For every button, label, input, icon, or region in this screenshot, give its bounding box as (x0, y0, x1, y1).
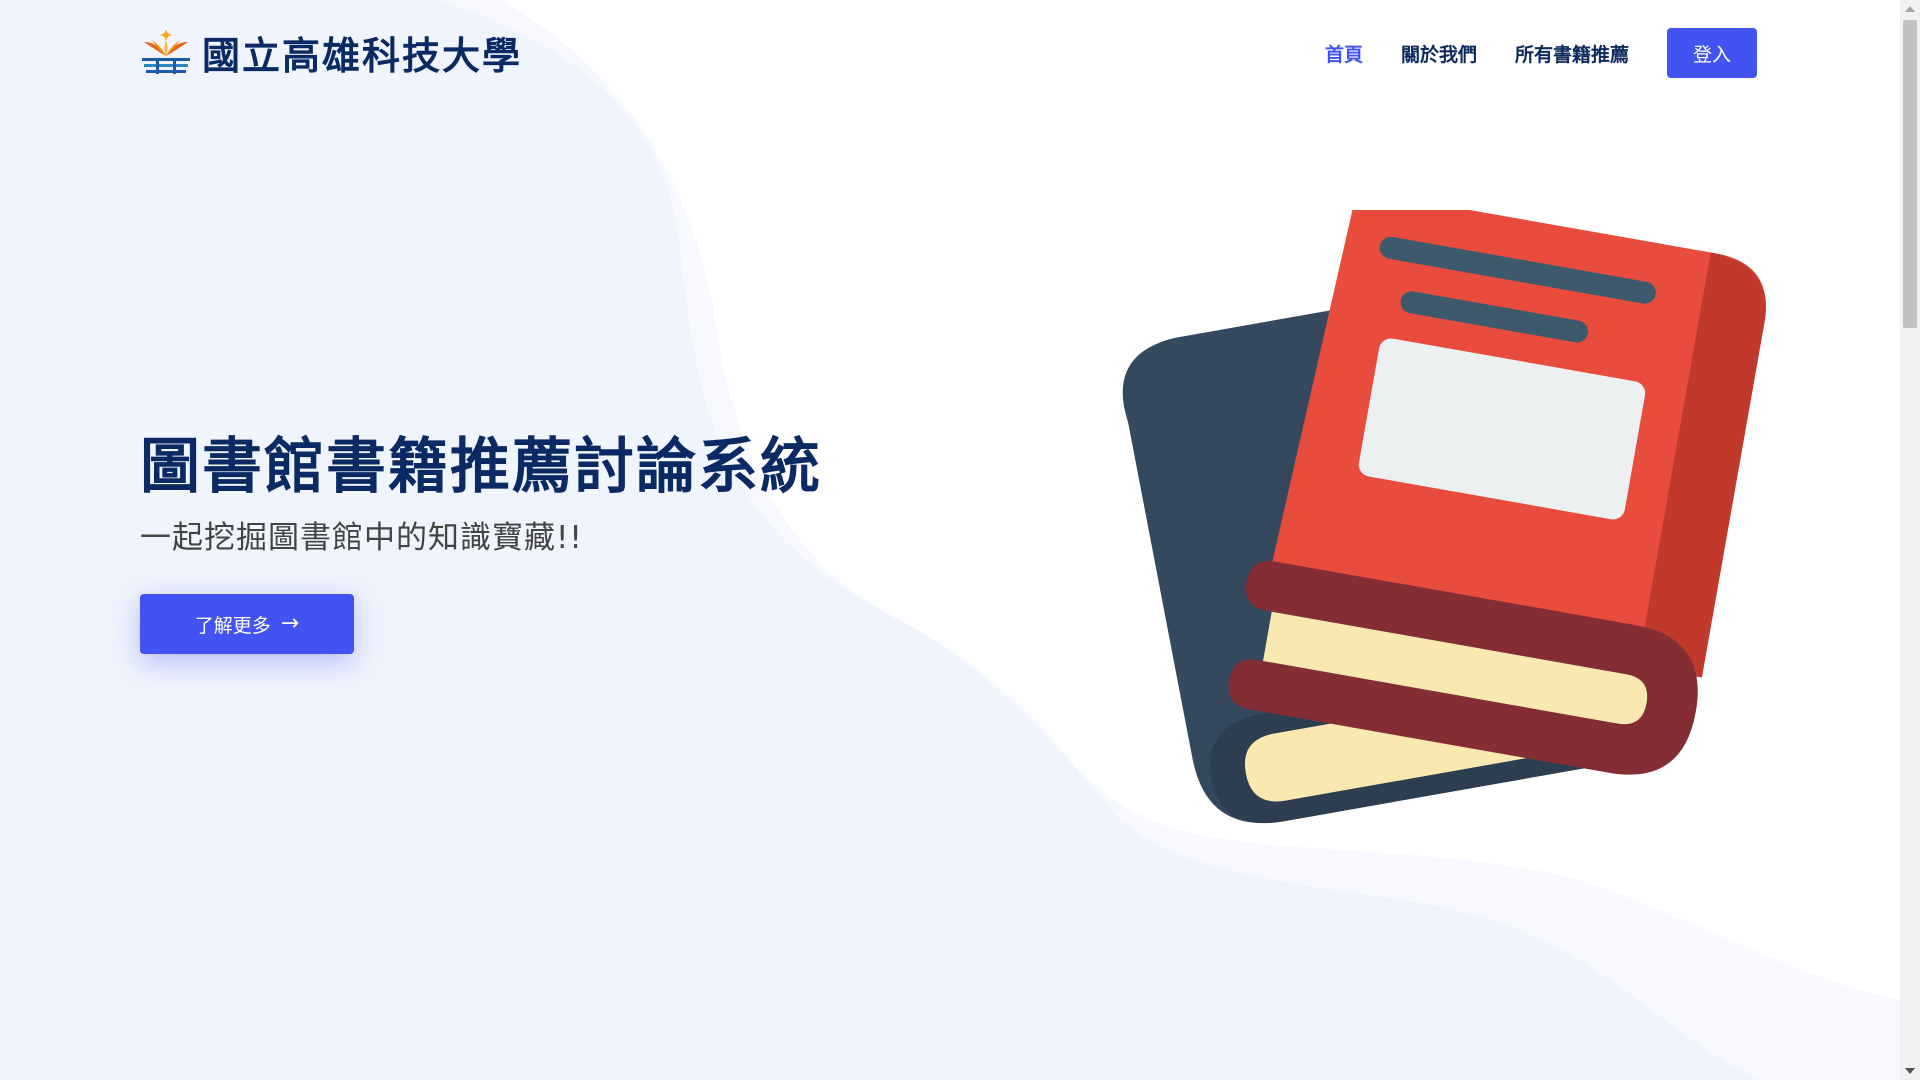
logo-text: 國立高雄科技大學 (202, 33, 523, 78)
hero-title: 圖書館書籍推薦討論系統 (140, 432, 822, 502)
landing-page: 國立高雄科技大學 首頁 關於我們 所有書籍推薦 登入 圖書館書籍推薦討論系統 一… (0, 0, 1920, 1080)
university-logo-icon (142, 30, 190, 74)
arrow-right-icon: → (280, 611, 300, 636)
login-button[interactable]: 登入 (1667, 28, 1757, 78)
site-logo[interactable]: 國立高雄科技大學 (140, 26, 522, 78)
main-nav: 首頁 關於我們 所有書籍推薦 登入 (1287, 28, 1757, 78)
site-header: 國立高雄科技大學 首頁 關於我們 所有書籍推薦 登入 (0, 0, 1900, 104)
scrollbar-thumb[interactable] (1903, 20, 1917, 328)
scroll-down-icon[interactable] (1905, 1068, 1915, 1074)
learn-more-button[interactable]: 了解更多 → (140, 594, 354, 654)
hero-subtitle: 一起挖掘圖書館中的知識寶藏!! (140, 520, 583, 556)
nav-all-books-link[interactable]: 所有書籍推薦 (1515, 40, 1629, 67)
books-illustration-icon (1122, 210, 1766, 824)
nav-home-link[interactable]: 首頁 (1325, 40, 1363, 67)
scroll-up-icon[interactable] (1905, 6, 1915, 12)
nav-about-link[interactable]: 關於我們 (1401, 40, 1477, 67)
page-scrollbar[interactable] (1900, 0, 1920, 1080)
learn-more-label: 了解更多 (194, 614, 271, 637)
